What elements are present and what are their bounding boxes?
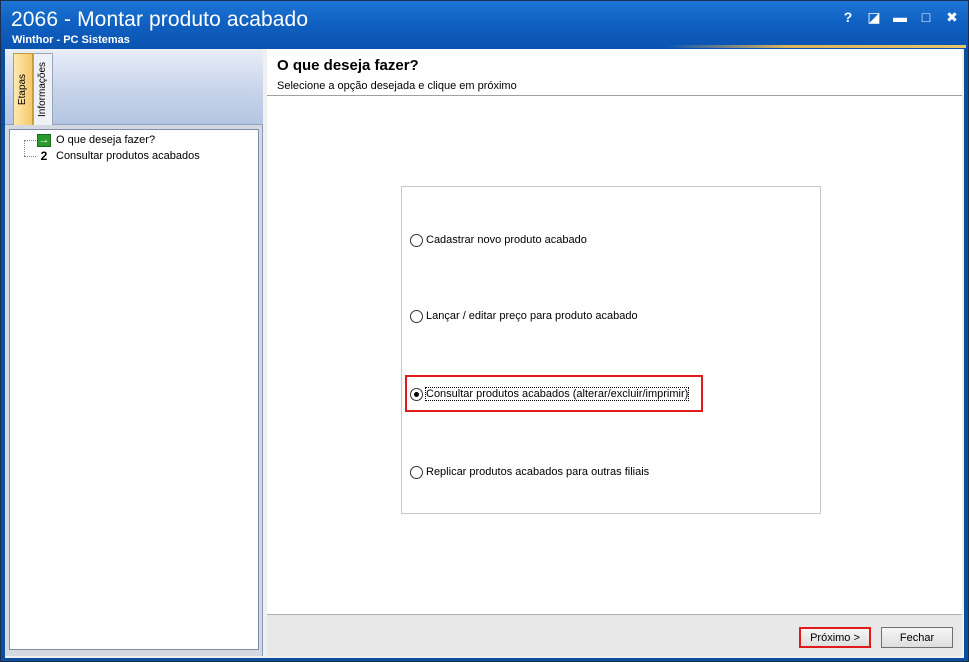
option-label: Consultar produtos acabados (alterar/exc…: [424, 387, 690, 401]
option-label: Lançar / editar preço para produto acaba…: [426, 310, 638, 322]
tree-connector: [24, 156, 36, 157]
close-button[interactable]: Fechar: [881, 627, 953, 648]
restore-icon[interactable]: ◪: [866, 9, 882, 25]
radio-button-selected[interactable]: [410, 387, 423, 401]
radio-button[interactable]: [410, 465, 423, 479]
wizard-header: O que deseja fazer? Selecione a opção de…: [267, 49, 962, 96]
maximize-icon[interactable]: □: [918, 9, 934, 25]
minimize-icon[interactable]: ▬: [892, 9, 908, 25]
steps-panel: Etapas Informações → O que deseja fazer?…: [5, 49, 263, 656]
option-label: Replicar produtos acabados para outras f…: [426, 466, 650, 478]
close-icon[interactable]: ✖: [944, 9, 960, 25]
tree-connector: [24, 140, 25, 156]
application-window: 2066 - Montar produto acabado Winthor - …: [0, 0, 969, 662]
window-title: 2066 - Montar produto acabado: [11, 8, 309, 31]
option-consultar[interactable]: Consultar produtos acabados (alterar/exc…: [410, 386, 690, 402]
window-controls: ? ◪ ▬ □ ✖: [840, 9, 960, 26]
title-bar[interactable]: 2066 - Montar produto acabado Winthor - …: [1, 1, 968, 49]
step-item-1[interactable]: → O que deseja fazer?: [37, 133, 155, 147]
step-number-icon: 2: [40, 149, 48, 163]
next-button[interactable]: Próximo >: [799, 627, 871, 648]
page-subtitle: Selecione a opção desejada e clique em p…: [277, 80, 517, 92]
option-lancar-preco[interactable]: Lançar / editar preço para produto acaba…: [410, 308, 638, 324]
client-area: Etapas Informações → O que deseja fazer?…: [5, 49, 964, 658]
tree-connector: [24, 140, 36, 141]
tab-etapas[interactable]: Etapas: [13, 53, 33, 125]
radio-button[interactable]: [410, 233, 423, 247]
wizard-content: O que deseja fazer? Selecione a opção de…: [267, 49, 962, 656]
vertical-tabs: Etapas Informações: [5, 49, 263, 125]
help-icon[interactable]: ?: [840, 9, 856, 25]
step-item-2[interactable]: 2 Consultar produtos acabados: [37, 149, 200, 163]
option-replicar[interactable]: Replicar produtos acabados para outras f…: [410, 464, 649, 480]
option-label: Cadastrar novo produto acabado: [426, 234, 587, 246]
tab-informacoes[interactable]: Informações: [33, 53, 53, 125]
page-title: O que deseja fazer?: [277, 57, 419, 74]
options-group: Cadastrar novo produto acabado Lançar / …: [401, 186, 821, 514]
radio-button[interactable]: [410, 309, 423, 323]
tab-etapas-label: Etapas: [17, 73, 29, 106]
step-label: O que deseja fazer?: [56, 134, 156, 146]
green-arrow-icon: →: [37, 133, 51, 147]
step-label: Consultar produtos acabados: [56, 150, 200, 162]
steps-tree: → O que deseja fazer? 2 Consultar produt…: [9, 129, 259, 650]
option-cadastrar[interactable]: Cadastrar novo produto acabado: [410, 232, 587, 248]
tab-informacoes-label: Informações: [37, 61, 49, 118]
title-accent-line: [666, 45, 966, 48]
window-subtitle: Winthor - PC Sistemas: [12, 34, 130, 46]
button-bar: Próximo > Fechar: [267, 614, 962, 656]
